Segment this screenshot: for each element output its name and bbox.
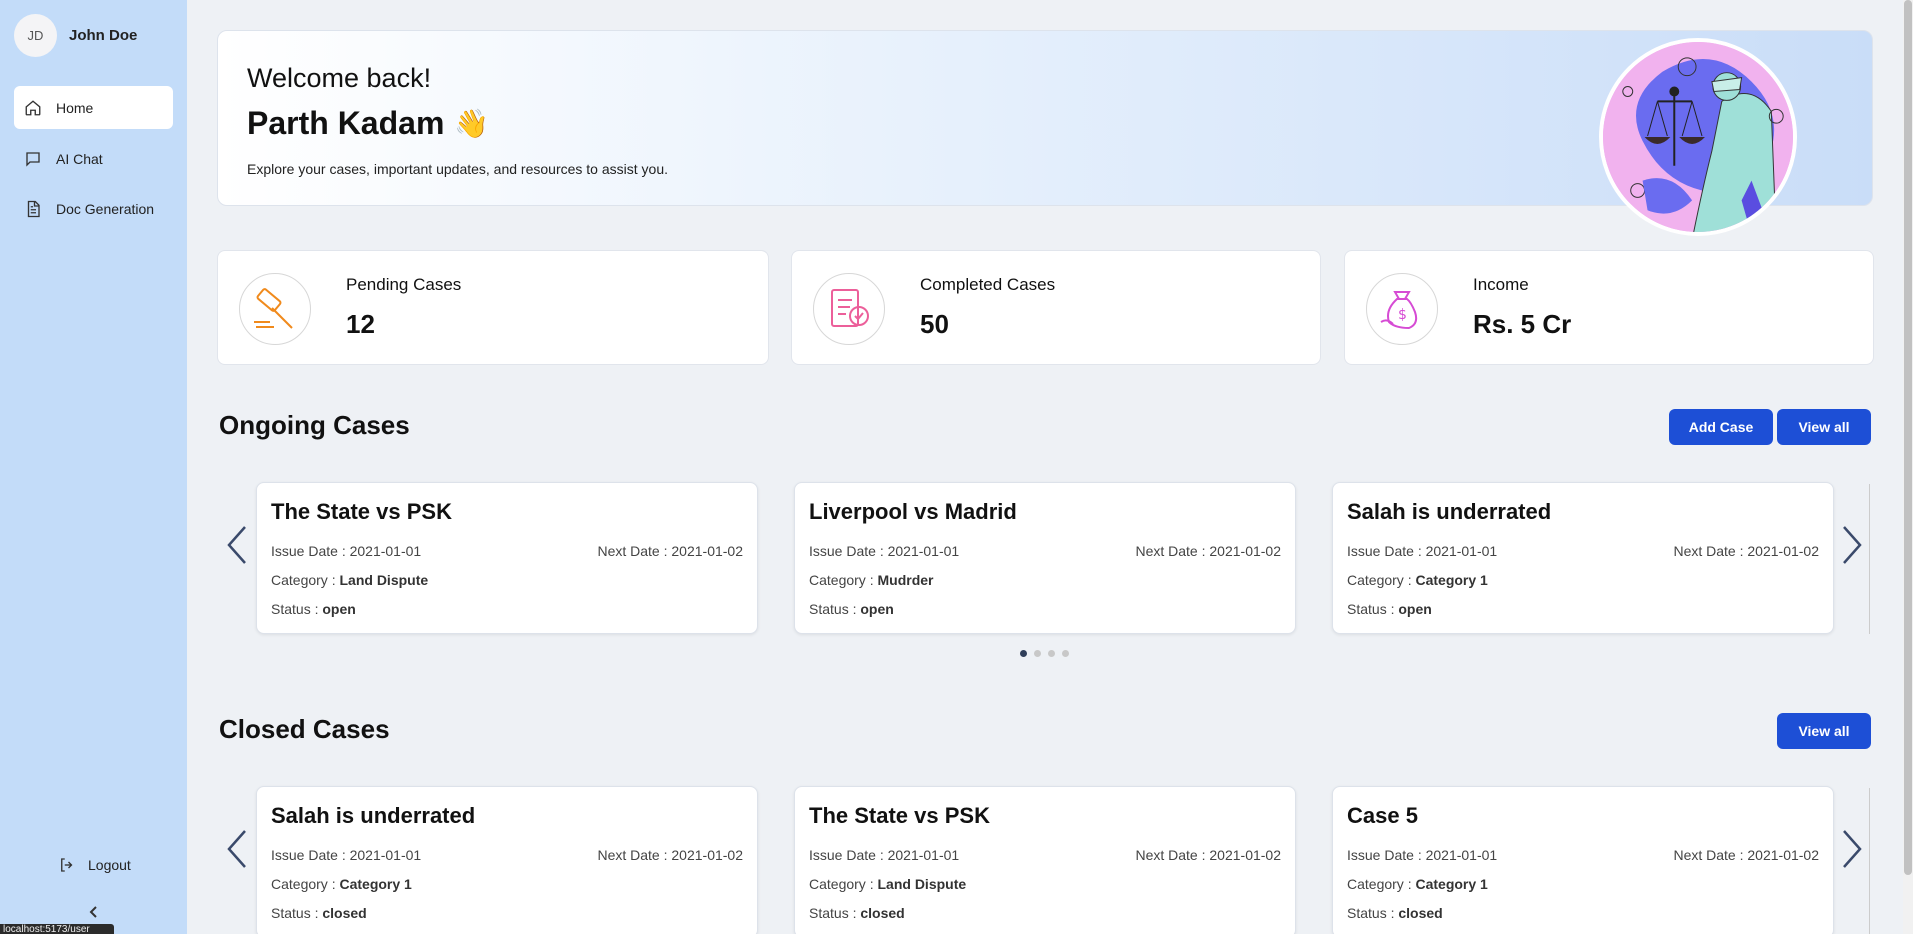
closed-view-all-button[interactable]: View all — [1777, 713, 1871, 749]
case-next-date: Next Date : 2021-01-02 — [1135, 543, 1281, 559]
logout-button[interactable]: Logout — [58, 856, 131, 874]
case-card[interactable]: The State vs PSK Issue Date : 2021-01-01… — [794, 786, 1296, 934]
chevron-left-icon — [227, 526, 246, 564]
case-next-date: Next Date : 2021-01-02 — [1135, 847, 1281, 863]
case-issue-date: Issue Date : 2021-01-01 — [809, 847, 960, 863]
ongoing-prev-button[interactable] — [223, 523, 251, 567]
case-issue-date: Issue Date : 2021-01-01 — [1347, 847, 1498, 863]
sidebar-item-doc-generation[interactable]: Doc Generation — [14, 187, 173, 230]
case-status: Status : open — [1347, 601, 1432, 617]
case-title: Liverpool vs Madrid — [809, 499, 1017, 524]
ongoing-view-all-button[interactable]: View all — [1777, 409, 1871, 445]
case-card[interactable]: Salah is underrated Issue Date : 2021-01… — [256, 786, 758, 934]
lady-justice-illustration — [1599, 38, 1797, 236]
closed-prev-button[interactable] — [223, 827, 251, 871]
status-url: localhost:5173/user — [0, 924, 114, 934]
wave-emoji: 👋 — [454, 108, 490, 139]
svg-text:$: $ — [1398, 307, 1407, 323]
add-case-button[interactable]: Add Case — [1669, 409, 1773, 445]
case-category: Category : Land Dispute — [809, 876, 967, 892]
case-title: The State vs PSK — [271, 499, 452, 524]
case-category: Category : Land Dispute — [271, 572, 429, 588]
case-issue-date: Issue Date : 2021-01-01 — [271, 543, 422, 559]
stat-label: Completed Cases — [920, 275, 1056, 294]
welcome-subtitle: Explore your cases, important updates, a… — [247, 161, 668, 177]
home-icon — [25, 99, 41, 115]
case-status: Status : open — [809, 601, 894, 617]
logout-icon — [61, 858, 73, 872]
case-status: Status : closed — [1347, 905, 1443, 921]
scrollbar-thumb[interactable] — [1904, 0, 1912, 875]
case-issue-date: Issue Date : 2021-01-01 — [1347, 543, 1498, 559]
case-card[interactable]: The State vs PSK Issue Date : 2021-01-01… — [256, 482, 758, 634]
case-category: Category : Category 1 — [271, 876, 412, 892]
case-next-date: Next Date : 2021-01-02 — [1673, 847, 1819, 863]
sidebar-item-ai-chat[interactable]: AI Chat — [14, 137, 173, 180]
welcome-name-row: Parth Kadam 👋 — [247, 105, 489, 142]
case-category: Category : Category 1 — [1347, 572, 1488, 588]
case-status: Status : open — [271, 601, 356, 617]
chevron-left-icon — [227, 830, 246, 868]
gavel-icon — [239, 273, 311, 345]
collapse-sidebar-button[interactable] — [86, 904, 102, 920]
document-icon — [27, 200, 40, 217]
chevron-left-icon — [89, 906, 97, 918]
ongoing-cases-title: Ongoing Cases — [219, 410, 410, 440]
ongoing-next-button[interactable] — [1838, 523, 1866, 567]
checklist-icon — [813, 273, 885, 345]
sidebar: JD John Doe Home AI Chat Doc Generation … — [0, 0, 187, 934]
case-next-date: Next Date : 2021-01-02 — [1673, 543, 1819, 559]
stat-label: Pending Cases — [346, 275, 462, 294]
user-full-name: Parth Kadam — [247, 105, 445, 141]
chevron-right-icon — [1843, 830, 1862, 868]
closed-cases-title: Closed Cases — [219, 714, 390, 744]
avatar[interactable]: JD — [14, 14, 57, 57]
stat-value: Rs. 5 Cr — [1473, 309, 1572, 339]
welcome-banner: Welcome back! Parth Kadam 👋 Explore your… — [217, 30, 1873, 236]
case-issue-date: Issue Date : 2021-01-01 — [271, 847, 422, 863]
user-profile[interactable]: JD John Doe — [14, 14, 137, 57]
carousel-dot[interactable] — [1062, 650, 1069, 657]
sidebar-item-label: Doc Generation — [56, 200, 155, 217]
stat-value: 12 — [346, 309, 375, 339]
case-card[interactable]: Liverpool vs Madrid Issue Date : 2021-01… — [794, 482, 1296, 634]
closed-next-button[interactable] — [1838, 827, 1866, 871]
sidebar-item-label: Home — [56, 99, 94, 116]
carousel-edge — [1869, 484, 1870, 634]
carousel-dot[interactable] — [1048, 650, 1055, 657]
case-next-date: Next Date : 2021-01-02 — [597, 543, 743, 559]
stat-value: 50 — [920, 309, 949, 339]
case-title: Salah is underrated — [1347, 499, 1552, 524]
stat-card-completed[interactable]: Completed Cases 50 — [791, 250, 1321, 365]
case-status: Status : closed — [271, 905, 367, 921]
chat-icon — [26, 151, 40, 167]
sidebar-item-label: AI Chat — [56, 150, 103, 167]
sidebar-item-home[interactable]: Home — [14, 86, 173, 129]
stat-card-pending[interactable]: Pending Cases 12 — [217, 250, 769, 365]
user-name: John Doe — [69, 27, 138, 44]
scrollbar[interactable] — [1903, 0, 1913, 934]
carousel-dot[interactable] — [1034, 650, 1041, 657]
case-title: The State vs PSK — [809, 803, 990, 828]
logout-label: Logout — [88, 857, 131, 873]
case-category: Category : Mudrder — [809, 572, 934, 588]
chevron-right-icon — [1843, 526, 1862, 564]
case-next-date: Next Date : 2021-01-02 — [597, 847, 743, 863]
case-status: Status : closed — [809, 905, 905, 921]
carousel-edge — [1869, 788, 1870, 934]
carousel-dot[interactable] — [1020, 650, 1027, 657]
case-card[interactable]: Salah is underrated Issue Date : 2021-01… — [1332, 482, 1834, 634]
case-card[interactable]: Case 5 Issue Date : 2021-01-01 Next Date… — [1332, 786, 1834, 934]
welcome-greeting: Welcome back! — [247, 63, 432, 93]
case-category: Category : Category 1 — [1347, 876, 1488, 892]
stat-label: Income — [1473, 275, 1529, 294]
case-title: Salah is underrated — [271, 803, 476, 828]
case-title: Case 5 — [1347, 803, 1418, 828]
money-bag-icon: $ — [1366, 273, 1438, 345]
case-issue-date: Issue Date : 2021-01-01 — [809, 543, 960, 559]
carousel-pagination — [1020, 650, 1069, 657]
stat-card-income[interactable]: $ Income Rs. 5 Cr — [1344, 250, 1874, 365]
